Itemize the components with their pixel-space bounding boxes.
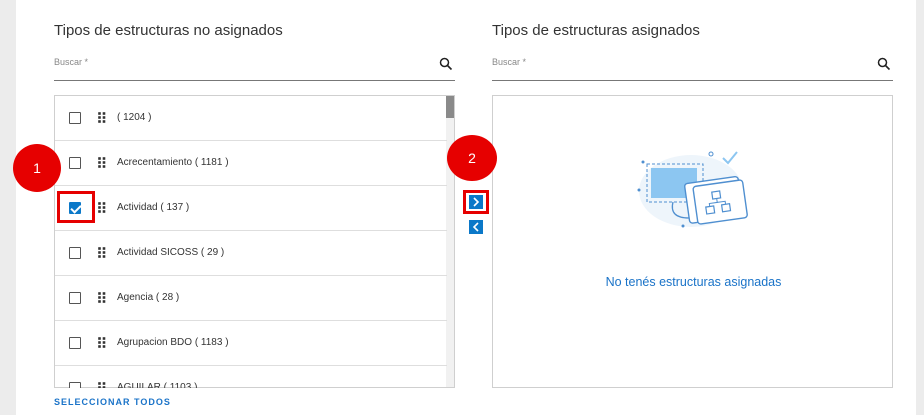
list-item-label: Agencia ( 28 ) <box>117 292 180 303</box>
select-all-link[interactable]: SELECCIONAR TODOS <box>54 397 171 407</box>
list-item-label: ( 1204 ) <box>117 112 152 123</box>
drag-handle-icon[interactable] <box>98 157 106 168</box>
list-item[interactable]: Agrupacion BDO ( 1183 ) <box>55 321 447 366</box>
list-item[interactable]: Acrecentamiento ( 1181 ) <box>55 141 447 186</box>
right-search-input[interactable]: Buscar * <box>492 55 893 81</box>
drag-handle-icon[interactable] <box>98 292 106 303</box>
search-icon[interactable] <box>877 57 891 71</box>
empty-state-illustration <box>637 151 748 228</box>
search-icon[interactable] <box>439 57 453 71</box>
annotation-highlight-checkbox <box>57 191 95 223</box>
list-item[interactable]: ( 1204 ) <box>55 96 447 141</box>
list-item-label: Acrecentamiento ( 1181 ) <box>117 157 229 168</box>
move-right-button[interactable] <box>469 195 483 209</box>
list-item-label: Agrupacion BDO ( 1183 ) <box>117 337 229 348</box>
chevron-right-icon <box>473 197 480 207</box>
list-item[interactable]: Actividad ( 137 ) <box>55 186 447 231</box>
item-checkbox[interactable] <box>69 382 81 388</box>
list-scrollbar-thumb[interactable] <box>446 96 454 118</box>
drag-handle-icon[interactable] <box>98 247 106 258</box>
list-item[interactable]: Agencia ( 28 ) <box>55 276 447 321</box>
drag-handle-icon[interactable] <box>98 382 106 388</box>
assigned-list: No tenés estructuras asignadas <box>492 95 893 388</box>
list-item-label: Actividad SICOSS ( 29 ) <box>117 247 225 258</box>
list-item[interactable]: AGUILAR ( 1103 ) <box>55 366 447 388</box>
drag-handle-icon[interactable] <box>98 337 106 348</box>
list-item[interactable]: Actividad SICOSS ( 29 ) <box>55 231 447 276</box>
list-item-label: AGUILAR ( 1103 ) <box>117 382 198 388</box>
item-checkbox[interactable] <box>69 337 81 349</box>
left-search-label: Buscar * <box>54 57 89 67</box>
annotation-step-2-badge: 2 <box>447 135 497 181</box>
empty-state-message: No tenés estructuras asignadas <box>605 275 782 289</box>
item-checkbox[interactable] <box>69 247 81 259</box>
item-checkbox[interactable] <box>69 157 81 169</box>
drag-handle-icon[interactable] <box>98 112 106 123</box>
list-scrollbar[interactable] <box>446 96 454 387</box>
drag-handle-icon[interactable] <box>98 202 106 213</box>
item-checkbox[interactable] <box>69 112 81 124</box>
annotation-step-1-badge: 1 <box>13 144 61 192</box>
move-left-button[interactable] <box>469 220 483 234</box>
item-checkbox[interactable] <box>69 292 81 304</box>
list-item-label: Actividad ( 137 ) <box>117 202 190 213</box>
left-panel-title: Tipos de estructuras no asignados <box>54 22 283 39</box>
right-panel-title: Tipos de estructuras asignados <box>492 22 700 39</box>
right-search-label: Buscar * <box>492 57 527 67</box>
chevron-left-icon <box>472 222 479 232</box>
left-search-input[interactable]: Buscar * <box>54 55 455 81</box>
